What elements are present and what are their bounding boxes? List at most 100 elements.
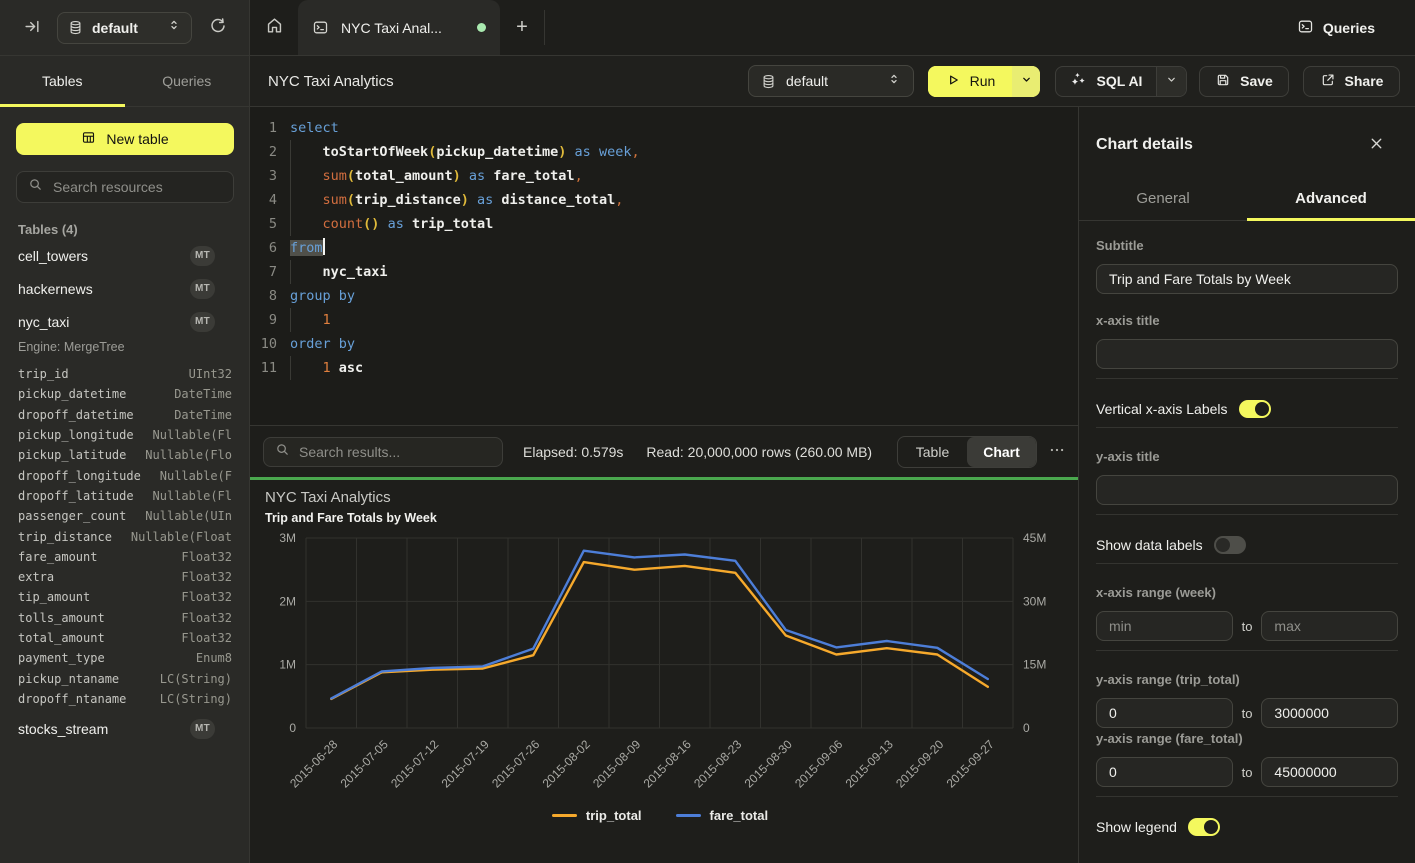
sidebar-search-input[interactable]	[53, 179, 222, 195]
y-range-trip-min-input[interactable]	[1096, 698, 1233, 728]
column-row[interactable]: pickup_ntanameLC(String)	[18, 668, 232, 688]
column-type: LC(String)	[160, 692, 232, 706]
vertical-x-labels-toggle[interactable]	[1239, 400, 1271, 418]
chevron-down-icon	[1165, 73, 1178, 89]
main-area: 1select2 toStartOfWeek(pickup_datetime) …	[250, 107, 1078, 863]
view-chart-button[interactable]: Chart	[967, 437, 1036, 467]
play-icon	[945, 72, 961, 91]
x-range-max-input[interactable]	[1261, 611, 1398, 641]
column-row[interactable]: dropoff_longitudeNullable(F	[18, 465, 232, 485]
column-row[interactable]: total_amountFloat32	[18, 628, 232, 648]
column-row[interactable]: passenger_countNullable(UIn	[18, 506, 232, 526]
svg-text:2015-09-27: 2015-09-27	[944, 737, 998, 791]
show-data-labels-toggle[interactable]	[1214, 536, 1246, 554]
line-number: 10	[250, 332, 277, 356]
new-tab-button[interactable]: +	[500, 0, 544, 55]
home-button[interactable]	[250, 0, 298, 55]
refresh-button[interactable]	[204, 14, 232, 42]
line-number: 8	[250, 284, 277, 308]
save-button[interactable]: Save	[1199, 66, 1289, 97]
sql-editor[interactable]: 1select2 toStartOfWeek(pickup_datetime) …	[250, 107, 1078, 426]
run-button-label: Run	[970, 73, 996, 89]
line-number: 9	[250, 308, 277, 332]
svg-text:2015-09-13: 2015-09-13	[843, 737, 897, 791]
column-row[interactable]: dropoff_latitudeNullable(Fl	[18, 486, 232, 506]
sidebar-tab-tables[interactable]: Tables	[0, 56, 125, 106]
legend-item-trip_total[interactable]: trip_total	[552, 808, 642, 823]
tab-nyc-taxi-analytics[interactable]: NYC Taxi Anal...	[298, 0, 500, 55]
svg-text:2015-08-02: 2015-08-02	[540, 737, 594, 791]
divider	[1096, 514, 1398, 515]
y-axis-title-input[interactable]	[1096, 475, 1398, 505]
table-item-hackernews[interactable]: hackernewsMT	[0, 272, 249, 305]
y-range-trip-max-input[interactable]	[1261, 698, 1398, 728]
queries-button[interactable]: Queries	[1297, 0, 1375, 55]
sql-ai-options-button[interactable]	[1156, 67, 1186, 96]
run-button[interactable]: Run	[928, 66, 1012, 97]
column-name: trip_id	[18, 367, 69, 381]
table-engine: Engine: MergeTree	[0, 338, 249, 360]
column-row[interactable]: extraFloat32	[18, 567, 232, 587]
results-search[interactable]	[263, 437, 503, 467]
column-row[interactable]: tip_amountFloat32	[18, 587, 232, 607]
svg-text:30M: 30M	[1023, 594, 1046, 608]
toggle-knob	[1204, 820, 1218, 834]
column-type: Nullable(Flo	[145, 448, 232, 462]
column-row[interactable]: pickup_longitudeNullable(Fl	[18, 425, 232, 445]
view-table-button[interactable]: Table	[898, 437, 967, 467]
legend-item-fare_total[interactable]: fare_total	[676, 808, 769, 823]
svg-text:2015-08-09: 2015-08-09	[590, 737, 644, 791]
legend-label: trip_total	[586, 808, 642, 823]
sql-ai-button[interactable]: SQL AI	[1056, 71, 1156, 91]
legend-label: fare_total	[710, 808, 769, 823]
save-icon	[1215, 72, 1231, 91]
column-row[interactable]: fare_amountFloat32	[18, 547, 232, 567]
results-search-input[interactable]	[299, 444, 491, 460]
database-selector[interactable]: default	[57, 12, 192, 44]
table-item-stocks_stream[interactable]: stocks_streamMT	[0, 712, 249, 745]
subtitle-input[interactable]	[1096, 264, 1398, 294]
engine-badge: MT	[190, 719, 215, 739]
show-legend-row: Show legend	[1096, 818, 1398, 836]
query-database-selector[interactable]: default	[748, 65, 914, 97]
table-item-cell_towers[interactable]: cell_towersMT	[0, 239, 249, 272]
collapse-sidebar-button[interactable]	[18, 14, 46, 42]
line-number: 5	[250, 212, 277, 236]
run-options-button[interactable]	[1012, 66, 1040, 97]
line-code: select	[290, 116, 339, 140]
elapsed-stat: Elapsed: 0.579s	[523, 444, 623, 460]
column-name: tolls_amount	[18, 611, 105, 625]
tab-title: NYC Taxi Anal...	[341, 20, 467, 36]
column-row[interactable]: pickup_datetimeDateTime	[18, 384, 232, 404]
sidebar-tab-queries[interactable]: Queries	[125, 56, 250, 106]
sql-ai-button-group: SQL AI	[1055, 66, 1187, 97]
column-row[interactable]: tolls_amountFloat32	[18, 608, 232, 628]
column-row[interactable]: dropoff_datetimeDateTime	[18, 405, 232, 425]
new-table-button[interactable]: New table	[16, 123, 234, 155]
y-range-fare-max-input[interactable]	[1261, 757, 1398, 787]
y-range-fare-min-input[interactable]	[1096, 757, 1233, 787]
panel-close-button[interactable]	[1365, 134, 1387, 156]
divider	[1096, 796, 1398, 797]
column-row[interactable]: trip_distanceNullable(Float	[18, 526, 232, 546]
queries-icon	[1297, 18, 1314, 38]
column-row[interactable]: payment_typeEnum8	[18, 648, 232, 668]
table-name: stocks_stream	[18, 721, 190, 737]
line-chart[interactable]: 001M15M2M30M3M45M2015-06-282015-07-05201…	[250, 480, 1078, 800]
show-legend-toggle[interactable]	[1188, 818, 1220, 836]
x-axis-title-input[interactable]	[1096, 339, 1398, 369]
column-type: Nullable(Float	[131, 530, 232, 544]
column-row[interactable]: pickup_latitudeNullable(Flo	[18, 445, 232, 465]
share-button[interactable]: Share	[1303, 66, 1400, 97]
column-row[interactable]: dropoff_ntanameLC(String)	[18, 689, 232, 709]
column-row[interactable]: trip_idUInt32	[18, 364, 232, 384]
panel-tab-general[interactable]: General	[1079, 177, 1247, 220]
x-range-min-input[interactable]	[1096, 611, 1233, 641]
sidebar-search[interactable]	[16, 171, 234, 203]
table-item-nyc_taxi[interactable]: nyc_taxiMT	[0, 305, 249, 338]
panel-tab-advanced[interactable]: Advanced	[1247, 177, 1415, 220]
column-type: Float32	[181, 570, 232, 584]
legend-swatch	[676, 814, 701, 818]
svg-text:3M: 3M	[279, 531, 296, 545]
more-options-button[interactable]	[1046, 437, 1068, 467]
